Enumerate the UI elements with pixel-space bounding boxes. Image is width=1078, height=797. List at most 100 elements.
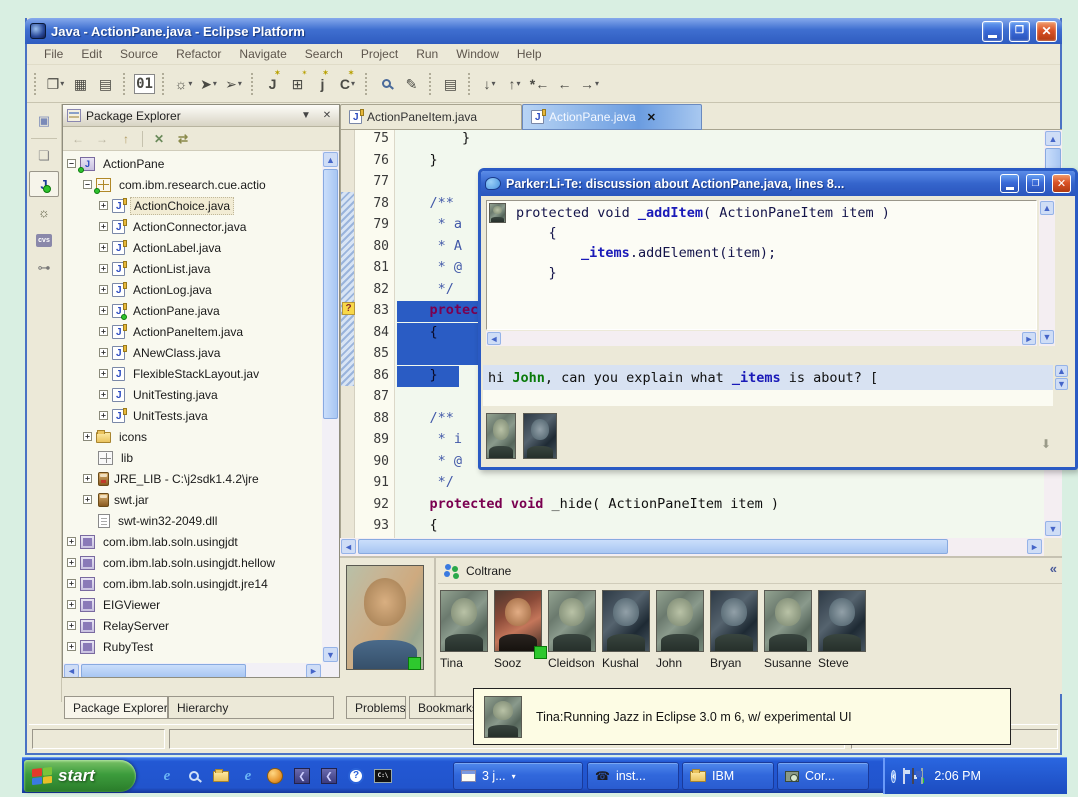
chat-message-scroll[interactable]: ▲▼ <box>1055 365 1069 391</box>
run-external-tools-button[interactable]: ➢▾ <box>221 72 246 96</box>
tab-hierarchy[interactable]: Hierarchy <box>168 696 334 719</box>
tree-item[interactable]: swt-win32-2049.dll <box>63 510 322 531</box>
scroll-right-icon[interactable]: ► <box>1022 332 1036 345</box>
buddy-bryan[interactable]: Bryan <box>710 590 760 670</box>
debug-perspective-button[interactable]: ☼ <box>29 199 59 225</box>
buddy-susanne[interactable]: Susanne <box>764 590 814 670</box>
buddy-sooz[interactable]: Sooz <box>494 590 544 670</box>
buddy-avatar[interactable] <box>602 590 650 652</box>
chat-code-hscrollbar[interactable]: ◄► <box>486 331 1037 346</box>
forward-button[interactable]: → <box>91 129 113 149</box>
scroll-up-icon[interactable]: ▲ <box>323 152 338 167</box>
search-icon[interactable] <box>185 767 203 785</box>
taskbar-button-ibm[interactable]: IBM <box>682 762 774 790</box>
tree-item[interactable]: +UnitTests.java <box>63 405 322 426</box>
network-icon[interactable] <box>903 769 905 783</box>
chat-code-area[interactable]: protected void _addItem( ActionPaneItem … <box>486 200 1037 330</box>
tree-expander[interactable]: + <box>99 369 108 378</box>
tree-expander[interactable]: + <box>67 558 76 567</box>
buddy-kushal[interactable]: Kushal <box>602 590 652 670</box>
buddy-avatar[interactable] <box>548 590 596 652</box>
new-interface-button[interactable]: C▾ <box>335 72 360 96</box>
chat-participant-avatar-1[interactable] <box>486 413 516 459</box>
tree-expander[interactable]: + <box>99 222 108 231</box>
title-bar[interactable]: Java - ActionPane.java - Eclipse Platfor… <box>25 18 1062 44</box>
close-button[interactable] <box>1036 21 1057 42</box>
menu-file[interactable]: File <box>35 45 72 63</box>
buddy-avatar[interactable] <box>710 590 758 652</box>
buddy-avatar[interactable] <box>818 590 866 652</box>
buddy-avatar[interactable] <box>440 590 488 652</box>
tree-item[interactable]: +RubyTest <box>63 636 322 657</box>
collapse-all-button[interactable]: ✕ <box>148 129 170 149</box>
chat-title-bar[interactable]: Parker:Li-Te: discussion about ActionPan… <box>481 171 1075 196</box>
last-edit-location-button[interactable]: *← <box>527 72 552 96</box>
tree-item[interactable]: +EIGViewer <box>63 594 322 615</box>
buddy-cleidson[interactable]: Cleidson <box>548 590 598 670</box>
chat-code-vscrollbar[interactable]: ▲▼ <box>1039 200 1055 346</box>
debug-button[interactable]: ☼▾ <box>171 72 196 96</box>
chat-maximize-button[interactable] <box>1026 174 1045 193</box>
scroll-thumb[interactable] <box>81 664 246 678</box>
menu-edit[interactable]: Edit <box>72 45 111 63</box>
scroll-thumb[interactable] <box>323 169 338 419</box>
tree-item[interactable]: +ActionLog.java <box>63 279 322 300</box>
tree-expander[interactable]: + <box>67 579 76 588</box>
scroll-thumb[interactable] <box>358 539 948 554</box>
scroll-down-icon[interactable]: ▼ <box>323 647 338 662</box>
taskbar-button-3j[interactable]: 3 j...▾ <box>453 762 583 790</box>
tree-item[interactable]: +ActionList.java <box>63 258 322 279</box>
tree-expander[interactable]: + <box>67 537 76 546</box>
app-purple-1-icon[interactable]: ❮ <box>293 767 311 785</box>
buddy-steve[interactable]: Steve <box>818 590 868 670</box>
scroll-down-icon[interactable]: ▼ <box>1040 330 1054 344</box>
scroll-left-icon[interactable]: ◄ <box>64 664 79 678</box>
tree-item[interactable]: +UnitTesting.java <box>63 384 322 405</box>
buddy-john[interactable]: John <box>656 590 706 670</box>
back-button[interactable]: ← <box>67 129 89 149</box>
code-line[interactable]: 93 { <box>341 515 1044 537</box>
ie-document-icon[interactable]: e <box>158 767 176 785</box>
tree-item[interactable]: +ActionConnector.java <box>63 216 322 237</box>
tree-expander[interactable]: + <box>99 264 108 273</box>
save-button[interactable]: ▦ <box>68 72 93 96</box>
tree-item[interactable]: +JRE_LIB - C:\j2sdk1.4.2\jre <box>63 468 322 489</box>
tree-item[interactable]: +ActionPane.java <box>63 300 322 321</box>
tree-vscrollbar[interactable]: ▲▼ <box>322 151 339 663</box>
tree-expander[interactable]: + <box>99 285 108 294</box>
tree-item[interactable]: +ActionPaneItem.java <box>63 321 322 342</box>
hide-icons-chevron-icon[interactable]: ‹ <box>891 768 896 784</box>
resource-perspective-button[interactable]: ❏ <box>29 143 59 169</box>
tree-expander[interactable]: + <box>99 306 108 315</box>
scroll-up-icon[interactable]: ▲ <box>1055 365 1068 377</box>
restore-button[interactable] <box>1009 21 1030 42</box>
help-icon[interactable]: ? <box>347 767 365 785</box>
tree-item[interactable]: +com.ibm.lab.soln.usingjdt.jre14 <box>63 573 322 594</box>
tree-expander[interactable]: + <box>99 327 108 336</box>
minimize-button[interactable] <box>982 21 1003 42</box>
scroll-left-icon[interactable]: ◄ <box>341 539 356 554</box>
tree-item[interactable]: +FlexibleStackLayout.jav <box>63 363 322 384</box>
display-icon[interactable] <box>912 769 914 783</box>
tree-item[interactable]: +swt.jar <box>63 489 322 510</box>
tree-expander[interactable]: + <box>99 243 108 252</box>
tree-item[interactable]: −ActionPane <box>63 153 322 174</box>
scroll-up-icon[interactable]: ▲ <box>1045 131 1061 146</box>
buddy-tina[interactable]: Tina <box>440 590 490 670</box>
tree-item[interactable]: +ANewClass.java <box>63 342 322 363</box>
tree-expander[interactable]: + <box>67 621 76 630</box>
buddy-avatar[interactable] <box>494 590 542 652</box>
collapse-panel-icon[interactable]: « <box>1050 561 1057 576</box>
new-java-project-button[interactable]: J <box>260 72 285 96</box>
plugin-perspective-button[interactable]: ⊶ <box>29 255 59 281</box>
marker-button[interactable]: ✎ <box>399 72 424 96</box>
menu-window[interactable]: Window <box>447 45 508 63</box>
tree-expander[interactable]: + <box>83 474 92 483</box>
tree-item[interactable]: +RelayServer <box>63 615 322 636</box>
tree-expander[interactable]: + <box>67 600 76 609</box>
prev-annotation-button[interactable]: ↑▾ <box>502 72 527 96</box>
tab-bookmarks[interactable]: Bookmarks <box>409 696 480 719</box>
taskbar-button-cor[interactable]: Cor... <box>777 762 869 790</box>
tree-expander[interactable]: + <box>67 642 76 651</box>
tab-package-explorer[interactable]: Package Explorer <box>64 696 168 719</box>
